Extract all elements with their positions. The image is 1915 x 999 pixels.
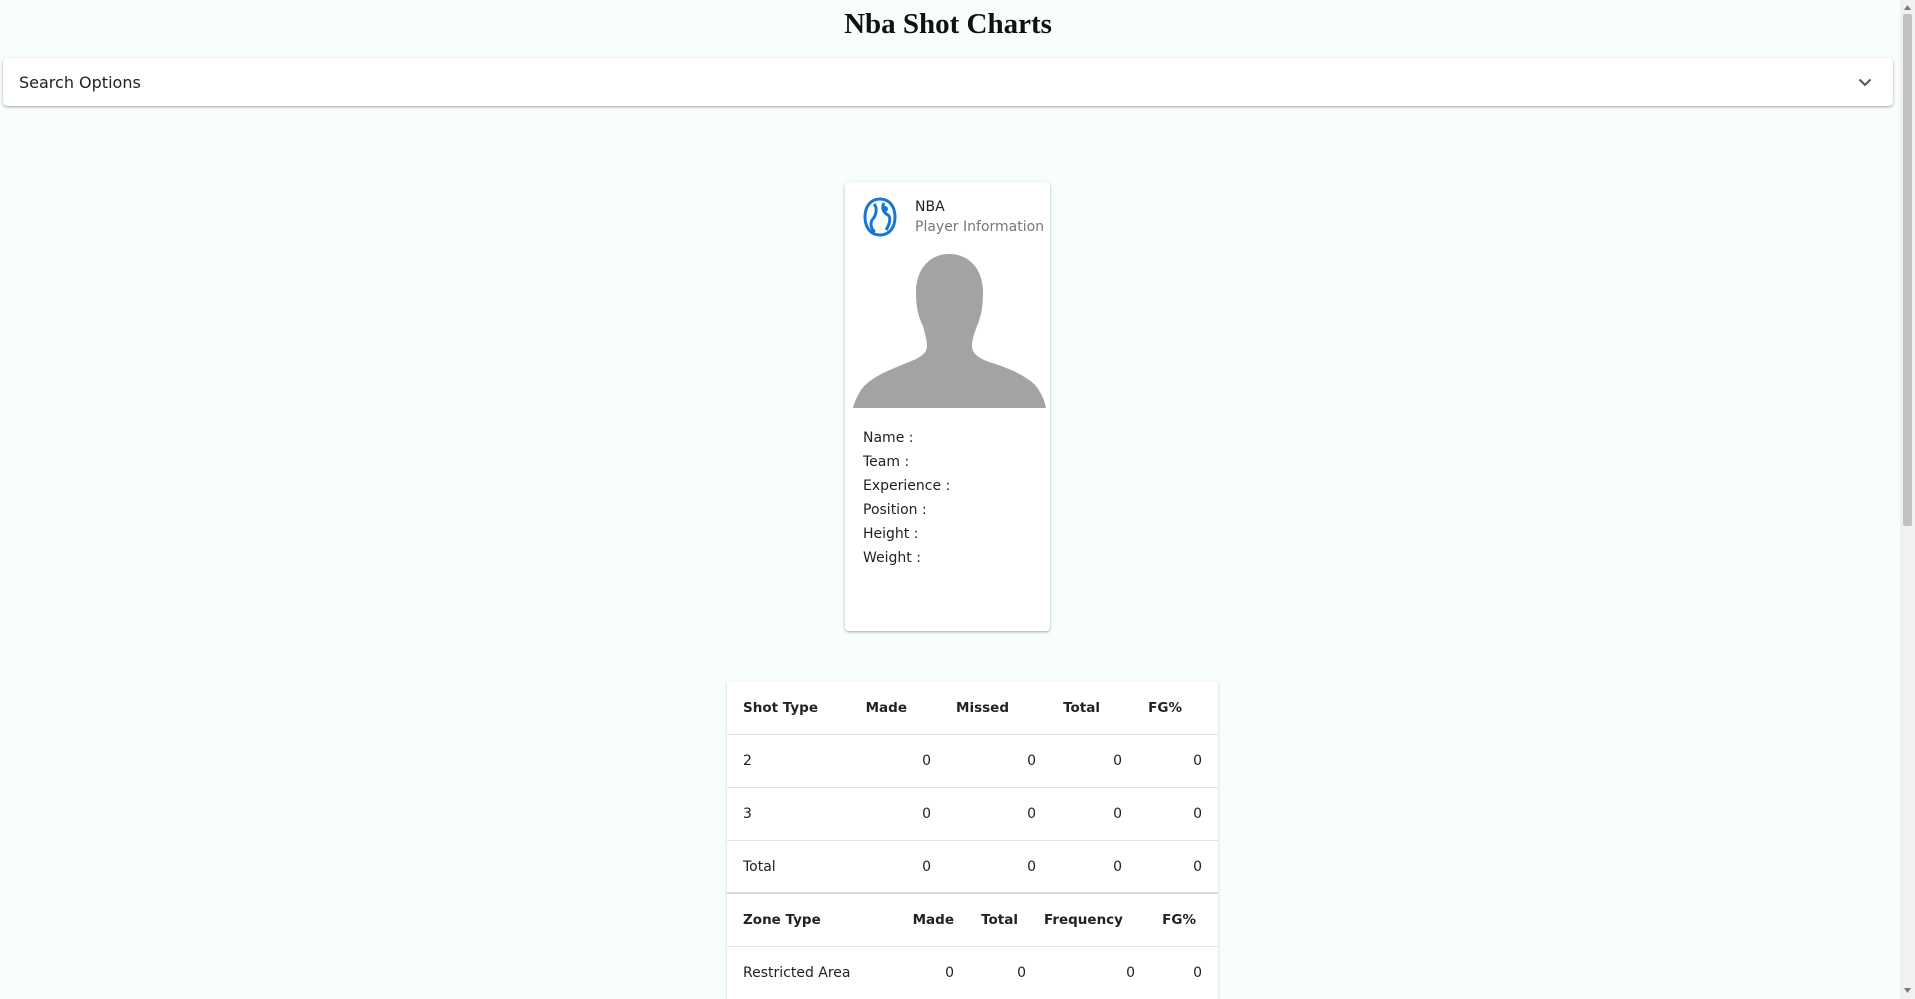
table-cell: 0 [1126,965,1135,981]
shot-table-header: Shot Type Made Missed Total FG% [727,682,1218,735]
search-options-panel[interactable]: Search Options [3,58,1893,106]
table-cell: 0 [922,806,931,822]
card-subtitle: Player Information [915,218,1045,235]
table-cell: 0 [1027,753,1036,769]
zone-table-header: Zone Type Made Total Frequency FG% [727,894,1218,947]
scroll-down-icon[interactable] [1903,986,1912,995]
scroll-up-icon[interactable] [1903,3,1912,12]
table-cell: 0 [1113,806,1122,822]
table-cell: 0 [945,965,954,981]
column-header: Total [981,912,1018,928]
page-title: Nba Shot Charts [844,8,1052,40]
table-cell: 0 [922,859,931,875]
table-cell: Total [743,859,776,875]
player-team-field: Team : [863,454,910,470]
search-options-label: Search Options [19,72,141,92]
table-row: Total 0 0 0 0 [727,841,1218,894]
column-header: Total [1063,700,1100,716]
player-position-field: Position : [863,502,927,518]
table-cell: 0 [1113,859,1122,875]
player-fields: Name : Team : Experience : Position : He… [863,426,950,570]
table-cell: 0 [922,753,931,769]
page: Nba Shot Charts Search Options NBA Playe… [0,0,1900,999]
player-silhouette-icon [853,254,1046,408]
table-row: 2 0 0 0 0 [727,735,1218,788]
card-org: NBA [915,198,945,215]
player-info-card: NBA Player Information Name : Team : Exp… [845,182,1050,631]
table-cell: 0 [1193,859,1202,875]
column-header: Shot Type [743,700,818,716]
column-header: Frequency [1043,912,1123,928]
column-header: Made [912,912,954,928]
player-weight-field: Weight : [863,550,921,566]
vertical-scrollbar[interactable] [1900,0,1915,999]
column-header: FG% [1148,700,1182,716]
table-cell: 0 [1193,965,1202,981]
table-row: Restricted Area 0 0 0 0 [727,947,1218,999]
chevron-down-icon[interactable] [1855,72,1875,92]
table-cell: 0 [1027,859,1036,875]
table-cell: 0 [1027,806,1036,822]
scrollbar-thumb[interactable] [1903,14,1912,526]
table-cell: 2 [743,753,752,769]
column-header: Zone Type [743,912,821,928]
table-cell: 0 [1113,753,1122,769]
player-height-field: Height : [863,526,919,542]
column-header: Made [865,700,907,716]
table-cell: Restricted Area [743,965,851,981]
column-header: Missed [956,700,1009,716]
column-header: FG% [1162,912,1196,928]
player-experience-field: Experience : [863,478,951,494]
table-cell: 0 [1017,965,1026,981]
table-cell: 3 [743,806,752,822]
card-header: NBA Player Information [862,196,1044,238]
table-cell: 0 [1193,753,1202,769]
shot-stats-table: Shot Type Made Missed Total FG% 2 0 0 0 … [727,682,1218,999]
table-row: 3 0 0 0 0 [727,788,1218,841]
player-name-field: Name : [863,430,914,446]
table-cell: 0 [1193,806,1202,822]
nba-logo-icon [863,197,897,237]
